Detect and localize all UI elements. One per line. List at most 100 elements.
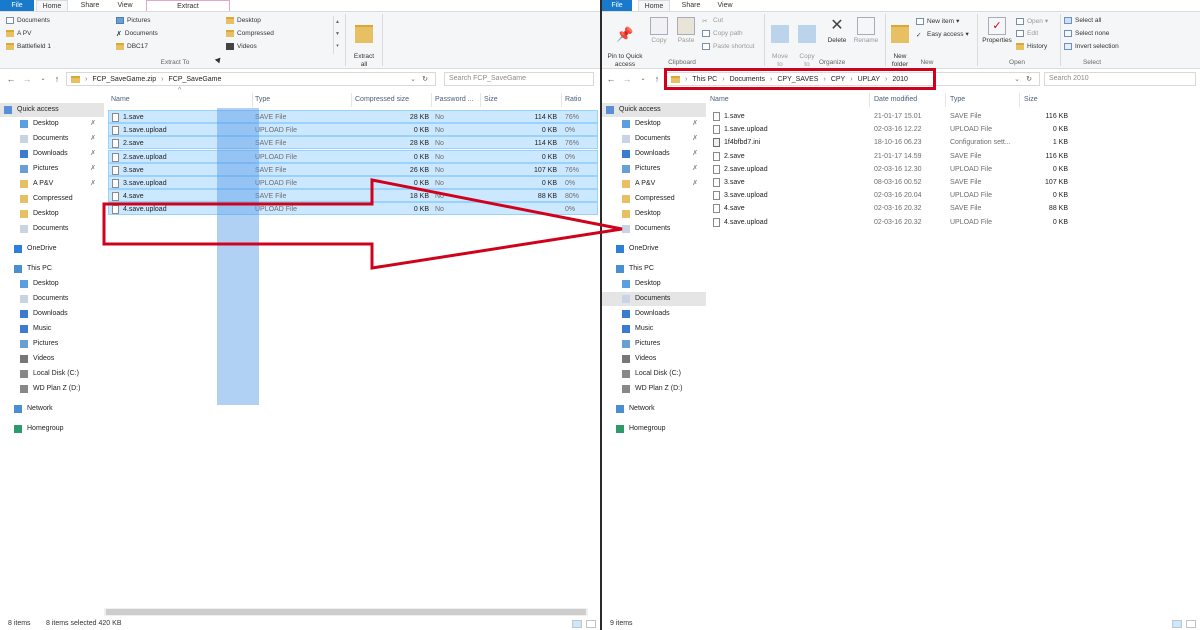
column-header-compressed-size[interactable]: Compressed size <box>355 93 409 107</box>
delete-button[interactable]: ✕ Delete <box>824 17 850 45</box>
nav-onedrive[interactable]: OneDrive <box>0 242 104 256</box>
history-button[interactable]: History <box>1016 43 1047 50</box>
tab-home[interactable]: Home <box>36 0 68 11</box>
nav-quick-access-item[interactable]: Desktop ✗ <box>602 117 706 131</box>
nav-network[interactable]: Network <box>0 402 104 416</box>
nav-onedrive[interactable]: OneDrive <box>602 242 706 256</box>
extract-all-button[interactable]: Extract all <box>350 17 378 69</box>
back-arrow-icon[interactable]: ← <box>606 73 616 85</box>
table-row[interactable]: 2.save 21-01-17 14.59 SAVE File 116 KB <box>710 150 1070 163</box>
edit-button[interactable]: Edit <box>1016 30 1038 37</box>
table-row[interactable]: 4.save SAVE File 18 KB No 88 KB 80% <box>108 189 598 203</box>
table-row[interactable]: 2.save.upload UPLOAD File 0 KB No 0 KB 0% <box>108 149 598 163</box>
nav-quick-access-item[interactable]: Pictures ✗ <box>0 162 104 176</box>
nav-this-pc-item[interactable]: Videos <box>602 352 706 366</box>
nav-this-pc-item[interactable]: Local Disk (C:) <box>602 367 706 381</box>
column-header-date-modified[interactable]: Date modified <box>874 93 917 107</box>
paste-shortcut-button[interactable]: Paste shortcut <box>702 43 755 50</box>
column-header-password[interactable]: Password ... <box>435 93 474 107</box>
table-row[interactable]: 3.save.upload 02-03-16 20.04 UPLOAD File 0 … <box>710 189 1070 202</box>
table-row[interactable]: 1f4bfbd7.ini 18-10-16 06.23 Configuration … <box>710 136 1070 149</box>
invert-selection-button[interactable]: Invert selection <box>1064 43 1119 50</box>
refresh-icon[interactable]: ↻ <box>422 75 428 83</box>
large-icons-view-icon[interactable] <box>1186 620 1196 628</box>
properties-button[interactable]: ✓ Properties <box>980 17 1014 45</box>
search-input[interactable]: Search FCP_SaveGame <box>444 72 594 86</box>
breadcrumb-zip[interactable]: FCP_SaveGame.zip <box>92 76 156 83</box>
select-none-button[interactable]: Select none <box>1064 30 1109 37</box>
extract-target-documents[interactable]: Documents <box>6 17 50 24</box>
extract-target-dbc17[interactable]: DBC17 <box>116 43 148 50</box>
nav-quick-access[interactable]: Quick access <box>0 103 104 117</box>
nav-quick-access-item[interactable]: Downloads ✗ <box>0 147 104 161</box>
nav-quick-access-item[interactable]: Compressed <box>0 192 104 206</box>
nav-this-pc-item[interactable]: Desktop <box>0 277 104 291</box>
search-input[interactable]: Search 2010 <box>1044 72 1196 86</box>
extract-list-scroller[interactable]: ▲ ▼ ▾ <box>333 16 341 54</box>
forward-arrow-icon[interactable]: → <box>622 73 632 85</box>
extract-target-desktop[interactable]: Desktop <box>226 17 261 24</box>
nav-this-pc-item[interactable]: Downloads <box>602 307 706 321</box>
breadcrumb-folder[interactable]: FCP_SaveGame <box>169 76 222 83</box>
nav-quick-access-item[interactable]: Pictures ✗ <box>602 162 706 176</box>
table-row[interactable]: 2.save SAVE File 28 KB No 114 KB 76% <box>108 136 598 150</box>
address-dropdown-icon[interactable]: ⌄ <box>410 75 416 83</box>
nav-quick-access-item[interactable]: Desktop ✗ <box>0 117 104 131</box>
table-row[interactable]: 1.save.upload 02-03-16 12.22 UPLOAD File 0 … <box>710 123 1070 136</box>
nav-this-pc-item[interactable]: WD Plan Z (D:) <box>602 382 706 396</box>
cut-button[interactable]: ✂ Cut <box>702 17 723 25</box>
recent-dropdown-icon[interactable]: ⌄ <box>638 73 648 85</box>
table-row[interactable]: 1.save.upload UPLOAD File 0 KB No 0 KB 0% <box>108 123 598 137</box>
nav-this-pc-item[interactable]: Local Disk (C:) <box>0 367 104 381</box>
easy-access-button[interactable]: ✓ Easy access ▾ <box>916 30 969 39</box>
nav-homegroup[interactable]: Homegroup <box>0 422 104 436</box>
nav-this-pc-item[interactable]: WD Plan Z (D:) <box>0 382 104 396</box>
nav-quick-access-item[interactable]: Documents <box>602 222 706 236</box>
copy-button[interactable]: Copy <box>648 17 670 45</box>
column-header-type[interactable]: Type <box>950 93 965 107</box>
nav-quick-access-item[interactable]: Desktop <box>602 207 706 221</box>
nav-this-pc-item[interactable]: Music <box>0 322 104 336</box>
nav-this-pc-item[interactable]: Videos <box>0 352 104 366</box>
nav-this-pc[interactable]: This PC <box>0 262 104 276</box>
column-header-name[interactable]: Name <box>710 93 729 107</box>
table-row[interactable]: 3.save SAVE File 26 KB No 107 KB 76% <box>108 162 598 176</box>
table-row[interactable]: 2.save.upload 02-03-16 12.30 UPLOAD File 0 … <box>710 163 1070 176</box>
tab-share[interactable]: Share <box>674 0 708 11</box>
large-icons-view-icon[interactable] <box>586 620 596 628</box>
select-all-button[interactable]: Select all <box>1064 17 1101 24</box>
nav-this-pc-item[interactable]: Music <box>602 322 706 336</box>
tab-home[interactable]: Home <box>638 0 670 11</box>
nav-quick-access-item[interactable]: Downloads ✗ <box>602 147 706 161</box>
refresh-icon[interactable]: ↻ <box>1026 75 1032 83</box>
nav-this-pc-item[interactable]: Pictures <box>602 337 706 351</box>
nav-this-pc-item[interactable]: Documents <box>602 292 706 306</box>
nav-this-pc[interactable]: This PC <box>602 262 706 276</box>
table-row[interactable]: 4.save 02-03-16 20.32 SAVE File 88 KB <box>710 202 1070 215</box>
column-header-size[interactable]: Size <box>1024 93 1038 107</box>
table-row[interactable]: 1.save 21-01-17 15.01 SAVE File 116 KB <box>710 110 1070 123</box>
extract-target-battlefield[interactable]: Battlefield 1 <box>6 43 51 50</box>
nav-quick-access-item[interactable]: A P&V ✗ <box>602 177 706 191</box>
tab-share[interactable]: Share <box>72 0 108 11</box>
tab-view[interactable]: View <box>110 0 140 11</box>
pin-to-quick-access-button[interactable]: 📌 Pin to Quick access <box>604 17 646 69</box>
scrollbar-thumb[interactable] <box>106 609 586 615</box>
nav-this-pc-item[interactable]: Desktop <box>602 277 706 291</box>
up-arrow-icon[interactable]: ↑ <box>52 73 62 85</box>
new-item-button[interactable]: New item ▾ <box>916 17 959 25</box>
column-header-type[interactable]: Type <box>255 93 270 107</box>
nav-quick-access-item[interactable]: Desktop <box>0 207 104 221</box>
recent-dropdown-icon[interactable]: ⌄ <box>38 73 48 85</box>
tab-file[interactable]: File <box>0 0 34 11</box>
move-to-button[interactable]: Move to <box>768 17 792 69</box>
table-row[interactable]: 4.save.upload 02-03-16 20.32 UPLOAD File 0 … <box>710 216 1070 229</box>
tab-extract[interactable]: Extract <box>146 0 230 11</box>
copy-path-button[interactable]: Copy path <box>702 30 743 37</box>
tab-file[interactable]: File <box>602 0 632 11</box>
address-dropdown-icon[interactable]: ⌄ <box>1014 75 1020 83</box>
back-arrow-icon[interactable]: ← <box>6 73 16 85</box>
forward-arrow-icon[interactable]: → <box>22 73 32 85</box>
extract-target-apv[interactable]: A PV <box>6 30 31 37</box>
tab-view[interactable]: View <box>710 0 740 11</box>
